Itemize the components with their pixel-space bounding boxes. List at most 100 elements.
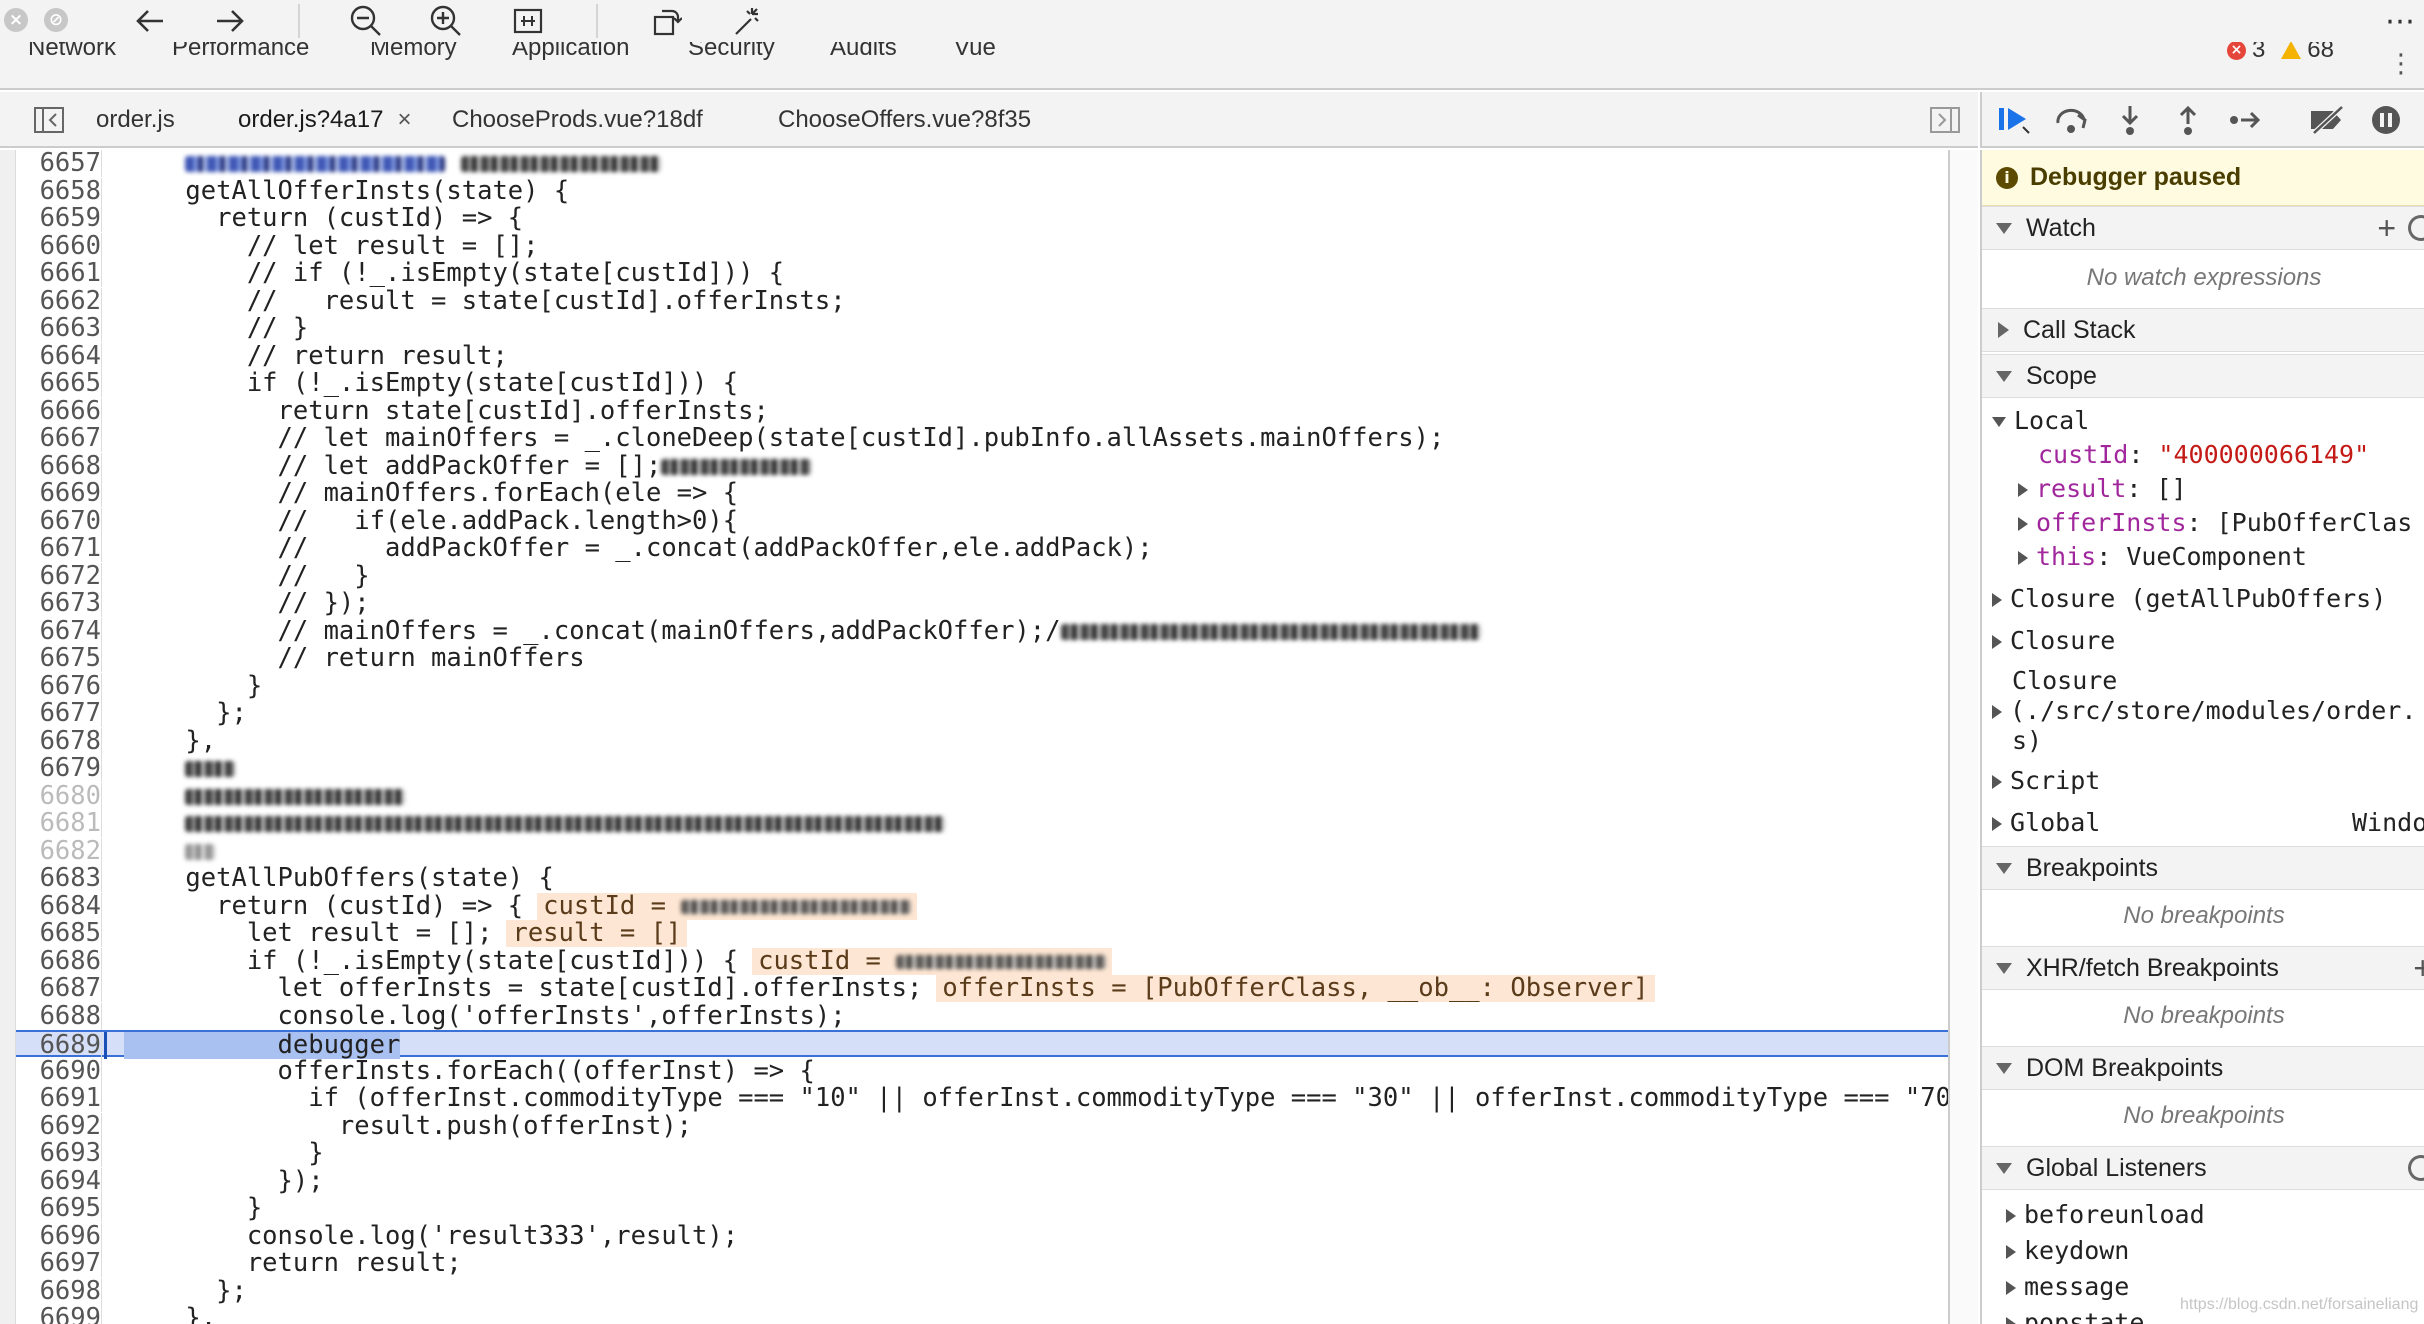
more-options-icon[interactable]: ⋯ [2380, 0, 2420, 42]
file-tab-chooseoffers[interactable]: ChooseOffers.vue?8f35 [778, 92, 1031, 148]
code-line[interactable]: 6687 let offerInsts = state[custId].offe… [16, 975, 1948, 1002]
rotate-icon[interactable] [646, 0, 686, 42]
code-line[interactable]: 6680 [16, 782, 1948, 810]
code-line[interactable]: 6671 // addPackOffer = _.concat(addPackO… [16, 535, 1948, 562]
xhr-breakpoints-header[interactable]: XHR/fetch Breakpoints + [1982, 946, 2424, 990]
refresh-listeners-icon[interactable] [2408, 1155, 2424, 1181]
scope-var-custid[interactable]: custId: "400000066149" [2038, 440, 2369, 469]
listener-item[interactable]: beforeunload [2006, 1200, 2205, 1229]
code-line[interactable]: 6658 getAllOfferInsts(state) { [16, 177, 1948, 205]
code-line[interactable]: 6664 // return result; [16, 342, 1948, 370]
code-line[interactable]: 6688 console.log('offerInsts',offerInsts… [16, 1002, 1948, 1030]
code-line[interactable]: 6682 [16, 837, 1948, 865]
tab-network[interactable]: Network [28, 42, 116, 62]
code-line[interactable]: 6674 // mainOffers = _.concat(mainOffers… [16, 617, 1948, 645]
listener-item[interactable]: keydown [2006, 1236, 2129, 1265]
magic-wand-icon[interactable] [728, 0, 768, 42]
refresh-watch-icon[interactable] [2408, 215, 2424, 241]
step-into-icon[interactable] [2110, 100, 2150, 140]
code-line[interactable]: 6673 // }); [16, 590, 1948, 617]
scope-header[interactable]: Scope [1982, 354, 2424, 398]
scope-closure[interactable]: Closure [1992, 626, 2115, 655]
code-line[interactable]: 6668 // let addPackOffer = []; [16, 452, 1948, 480]
code-line[interactable]: 6662 // result = state[custId].offerInst… [16, 287, 1948, 315]
call-stack-header[interactable]: Call Stack [1982, 308, 2424, 352]
forward-arrow-icon[interactable] [210, 0, 250, 42]
watch-header[interactable]: Watch + [1982, 206, 2424, 250]
code-line[interactable]: 6696 console.log('result333',result); [16, 1222, 1948, 1250]
dom-breakpoints-header[interactable]: DOM Breakpoints [1982, 1046, 2424, 1090]
editor-scrollbar[interactable] [1948, 150, 1978, 1324]
stop-icon[interactable]: ⊘ [44, 8, 68, 32]
toggle-navigator-icon[interactable] [34, 92, 64, 148]
code-line[interactable]: 6669 // mainOffers.forEach(ele => { [16, 480, 1948, 507]
code-line[interactable]: 6666 return state[custId].offerInsts; [16, 397, 1948, 425]
tab-application[interactable]: Application [512, 42, 629, 62]
zoom-in-icon[interactable] [426, 0, 466, 42]
issue-counts[interactable]: × 3 68 [2226, 42, 2334, 64]
listener-item[interactable]: popstate [2006, 1308, 2144, 1324]
scope-closure-module[interactable]: (./src/store/modules/order. [1992, 696, 2416, 725]
deactivate-breakpoints-icon[interactable] [2308, 100, 2348, 140]
code-line[interactable]: 6697 return result; [16, 1250, 1948, 1277]
scope-local[interactable]: Local [1992, 406, 2089, 435]
file-tab-order-js-4a17[interactable]: order.js?4a17 × [238, 92, 411, 148]
pause-on-exceptions-icon[interactable] [2366, 100, 2406, 140]
file-tab-order-js[interactable]: order.js [96, 92, 175, 148]
code-line[interactable]: 6670 // if(ele.addPack.length>0){ [16, 507, 1948, 535]
code-line[interactable]: 6693 } [16, 1140, 1948, 1167]
tab-performance[interactable]: Performance [172, 42, 309, 62]
code-line[interactable]: 6660 // let result = []; [16, 232, 1948, 260]
step-icon[interactable] [2226, 100, 2266, 140]
code-line[interactable]: 6695 } [16, 1195, 1948, 1222]
tab-memory[interactable]: Memory [370, 42, 457, 62]
scope-script[interactable]: Script [1992, 766, 2100, 795]
code-line[interactable]: 6677 }; [16, 700, 1948, 727]
code-line[interactable]: 6667 // let mainOffers = _.cloneDeep(sta… [16, 425, 1948, 452]
code-line[interactable]: 6672 // } [16, 562, 1948, 590]
code-line[interactable]: 6683 getAllPubOffers(state) { [16, 865, 1948, 892]
code-line[interactable]: 6657 [16, 150, 1948, 177]
resume-icon[interactable] [1994, 100, 2034, 140]
code-line[interactable]: 6675 // return mainOffers [16, 645, 1948, 672]
close-tab-icon[interactable]: × [397, 106, 411, 134]
scope-global[interactable]: Global [1992, 808, 2100, 837]
close-icon[interactable]: × [4, 8, 28, 32]
code-line[interactable]: 6679 [16, 755, 1948, 782]
add-watch-button[interactable]: + [2377, 207, 2396, 249]
listener-item[interactable]: message [2006, 1272, 2129, 1301]
code-line[interactable]: 6676 } [16, 672, 1948, 700]
code-line[interactable]: 6694 }); [16, 1167, 1948, 1195]
step-over-icon[interactable] [2052, 100, 2092, 140]
tab-audits[interactable]: Audits [830, 42, 897, 62]
global-listeners-header[interactable]: Global Listeners [1982, 1146, 2424, 1190]
scope-closure-getallpuboffers[interactable]: Closure (getAllPubOffers) [1992, 584, 2386, 613]
code-line[interactable]: 6690 offerInsts.forEach((offerInst) => { [16, 1057, 1948, 1085]
code-line[interactable]: 6681 [16, 810, 1948, 837]
code-editor[interactable]: 6657 6658 getAllOfferInsts(state) { 6659… [16, 150, 1948, 1324]
code-line[interactable]: 6661 // if (!_.isEmpty(state[custId])) { [16, 260, 1948, 287]
zoom-out-icon[interactable] [346, 0, 386, 42]
scope-var-offerinsts[interactable]: offerInsts: [PubOfferClas [2018, 508, 2412, 537]
breakpoints-header[interactable]: Breakpoints [1982, 846, 2424, 890]
tab-vue[interactable]: Vue [954, 42, 996, 62]
code-line[interactable]: 6699 }, [16, 1305, 1948, 1324]
kebab-menu-icon[interactable]: ⋮ [2388, 48, 2414, 79]
back-arrow-icon[interactable] [130, 0, 170, 42]
code-line[interactable]: 6659 return (custId) => { [16, 205, 1948, 232]
step-out-icon[interactable] [2168, 100, 2208, 140]
code-line[interactable]: 6698 }; [16, 1277, 1948, 1305]
code-line[interactable]: 6691 if (offerInst.commodityType === "10… [16, 1085, 1948, 1112]
code-line[interactable]: 6684 return (custId) => {custId = [16, 892, 1948, 920]
scope-var-result[interactable]: result: [] [2018, 474, 2187, 503]
code-line[interactable]: 6692 result.push(offerInst); [16, 1112, 1948, 1140]
current-execution-line[interactable]: 6689 debugger [16, 1030, 1948, 1059]
tab-security[interactable]: Security [688, 42, 775, 62]
code-line[interactable]: 6678 }, [16, 727, 1948, 755]
file-tab-chooseprods[interactable]: ChooseProds.vue?18df [452, 92, 703, 148]
code-line[interactable]: 6663 // } [16, 315, 1948, 342]
scope-var-this[interactable]: this: VueComponent [2018, 542, 2307, 571]
code-line[interactable]: 6685 let result = []; result = [] [16, 920, 1948, 947]
code-line[interactable]: 6665 if (!_.isEmpty(state[custId])) { [16, 370, 1948, 397]
fit-page-icon[interactable] [508, 0, 548, 42]
